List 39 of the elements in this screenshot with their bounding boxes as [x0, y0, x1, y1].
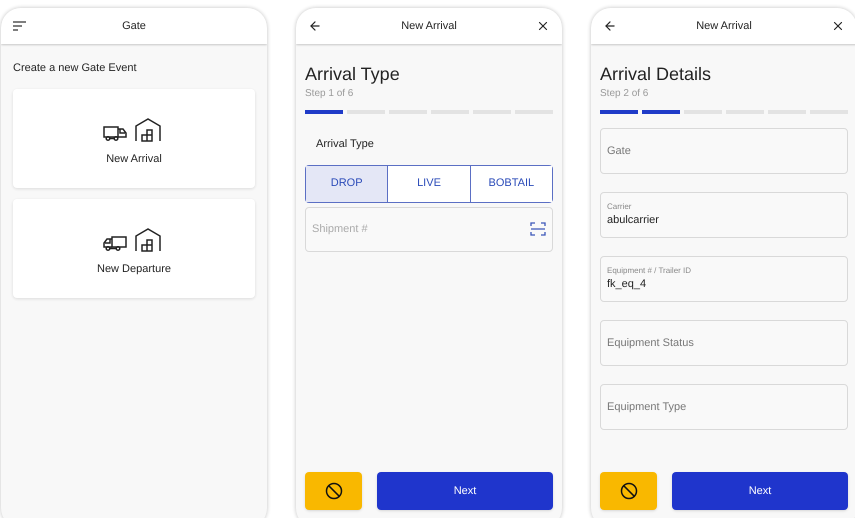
menu-icon[interactable] — [13, 21, 26, 31]
field-label: Equipment # / Trailer ID — [607, 266, 692, 276]
field-label: Carrier — [607, 202, 632, 212]
segment-tab[interactable]: BOBTAIL — [470, 166, 552, 202]
field-placeholder: Shipment # — [312, 222, 368, 237]
text-field[interactable]: Gate — [600, 128, 848, 174]
close-button[interactable] — [831, 19, 845, 33]
text-field[interactable]: Equipment Type — [600, 384, 848, 430]
field-placeholder: Gate — [607, 144, 632, 159]
step-label: Step 1 of 6 — [305, 87, 354, 101]
intro-text: Create a new Gate Event — [13, 61, 138, 76]
field-placeholder: Equipment Type — [607, 400, 688, 415]
next-button[interactable]: Next — [672, 472, 848, 510]
step-label: Step 2 of 6 — [600, 87, 650, 101]
cancel-icon — [620, 482, 638, 500]
step-heading: Arrival Type — [305, 63, 401, 85]
cancel-button[interactable] — [600, 472, 657, 510]
scan-icon[interactable] — [530, 221, 546, 237]
cancel-icon — [324, 482, 342, 500]
header-title: Gate — [122, 18, 146, 34]
text-field[interactable]: Carrier abulcarrier — [600, 192, 848, 238]
next-button[interactable]: Next — [377, 472, 553, 510]
field-placeholder: Equipment Status — [607, 336, 695, 351]
back-button[interactable] — [308, 19, 322, 33]
cancel-button[interactable] — [305, 472, 362, 510]
field-label: Arrival Type — [316, 137, 375, 152]
close-button[interactable] — [536, 19, 550, 33]
event-card[interactable]: New Arrival — [13, 88, 255, 188]
segment-tab[interactable]: DROP — [306, 166, 388, 202]
header-title: New Arrival — [696, 18, 752, 34]
text-field[interactable]: Equipment # / Trailer ID fk_eq_4 — [600, 256, 848, 302]
back-button[interactable] — [603, 19, 617, 33]
segment-tab[interactable]: LIVE — [387, 166, 470, 202]
event-card[interactable]: New Departure — [13, 198, 255, 298]
step-heading: Arrival Details — [600, 63, 712, 85]
field-value: abulcarrier — [607, 212, 660, 228]
text-field[interactable]: Equipment Status — [600, 320, 848, 366]
field-value: fk_eq_4 — [607, 276, 648, 292]
header-title: New Arrival — [401, 18, 457, 34]
